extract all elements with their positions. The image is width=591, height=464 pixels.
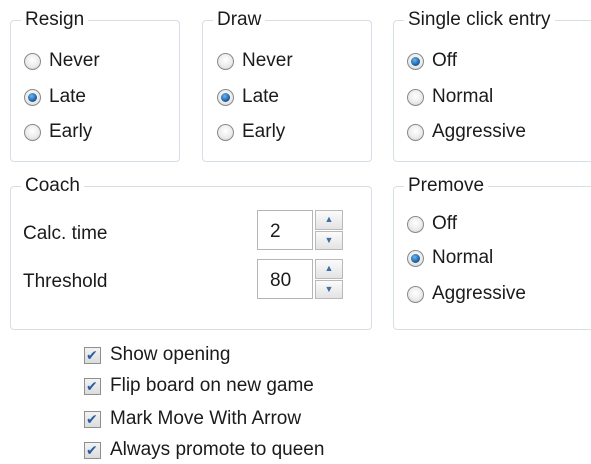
checkbox-label: Mark Move With Arrow <box>110 408 302 429</box>
radio-label: Never <box>242 50 293 71</box>
draw-early-radio[interactable]: Early <box>217 119 285 145</box>
premove-group: Premove Off Normal Aggressive <box>393 174 591 330</box>
checkmark-icon: ✔ <box>86 377 98 394</box>
radio-label: Normal <box>432 247 494 268</box>
draw-group: Draw Never Late Early <box>202 8 372 162</box>
single-click-off-radio[interactable]: Off <box>407 48 457 74</box>
single-click-normal-radio[interactable]: Normal <box>407 84 493 110</box>
resign-early-radio[interactable]: Early <box>24 119 92 145</box>
radio-button[interactable] <box>217 88 234 106</box>
radio-button[interactable] <box>407 123 424 141</box>
calc-time-up-button[interactable]: ▲ <box>315 210 343 230</box>
down-arrow-icon: ▼ <box>324 283 334 294</box>
premove-group-title: Premove <box>404 174 489 198</box>
flip-board-checkbox[interactable]: ✔ <box>84 377 101 395</box>
calc-time-spinner: ▲ ▼ <box>257 210 343 250</box>
checkmark-icon: ✔ <box>86 410 98 427</box>
radio-button[interactable] <box>217 52 234 70</box>
up-arrow-icon: ▲ <box>324 263 334 274</box>
radio-label: Early <box>242 121 286 142</box>
mark-move-arrow-checkbox-row[interactable]: ✔ Mark Move With Arrow <box>84 406 301 432</box>
threshold-spinner: ▲ ▼ <box>257 259 343 299</box>
draw-group-title: Draw <box>213 8 266 32</box>
always-promote-queen-checkbox-row[interactable]: ✔ Always promote to queen <box>84 437 324 463</box>
draw-late-radio[interactable]: Late <box>217 84 279 110</box>
radio-button[interactable] <box>24 123 41 141</box>
radio-button[interactable] <box>407 52 424 70</box>
single-click-entry-group-title: Single click entry <box>404 8 555 32</box>
up-arrow-icon: ▲ <box>324 214 334 225</box>
radio-label: Off <box>432 50 457 71</box>
premove-normal-radio[interactable]: Normal <box>407 245 493 271</box>
threshold-label: Threshold <box>23 271 108 292</box>
show-opening-checkbox[interactable]: ✔ <box>84 346 101 364</box>
radio-button[interactable] <box>217 123 234 141</box>
checkmark-icon: ✔ <box>86 441 98 458</box>
single-click-aggressive-radio[interactable]: Aggressive <box>407 119 526 145</box>
threshold-spin-buttons: ▲ ▼ <box>315 259 343 299</box>
coach-group-title: Coach <box>21 174 84 198</box>
radio-button[interactable] <box>407 215 424 233</box>
always-promote-queen-checkbox[interactable]: ✔ <box>84 441 101 459</box>
radio-label: Aggressive <box>432 121 526 142</box>
flip-board-checkbox-row[interactable]: ✔ Flip board on new game <box>84 373 314 399</box>
resign-group-title: Resign <box>21 8 89 32</box>
radio-button[interactable] <box>24 88 41 106</box>
threshold-down-button[interactable]: ▼ <box>315 279 343 299</box>
checkmark-icon: ✔ <box>86 346 98 363</box>
radio-label: Late <box>242 86 279 107</box>
checkbox-label: Show opening <box>110 344 231 365</box>
calc-time-down-button[interactable]: ▼ <box>315 230 343 250</box>
checkbox-label: Flip board on new game <box>110 375 314 396</box>
options-panel: Resign Never Late Early Draw Never Late … <box>0 0 591 464</box>
premove-aggressive-radio[interactable]: Aggressive <box>407 281 526 307</box>
checkbox-label: Always promote to queen <box>110 439 325 460</box>
radio-button[interactable] <box>407 88 424 106</box>
threshold-input[interactable] <box>257 259 313 299</box>
coach-group: Coach Calc. time ▲ ▼ Threshold ▲ ▼ <box>10 174 372 330</box>
show-opening-checkbox-row[interactable]: ✔ Show opening <box>84 342 230 368</box>
radio-button[interactable] <box>24 52 41 70</box>
premove-off-radio[interactable]: Off <box>407 211 457 237</box>
draw-never-radio[interactable]: Never <box>217 48 293 74</box>
radio-label: Aggressive <box>432 283 526 304</box>
threshold-up-button[interactable]: ▲ <box>315 259 343 279</box>
radio-label: Never <box>49 50 100 71</box>
resign-late-radio[interactable]: Late <box>24 84 86 110</box>
radio-label: Early <box>49 121 93 142</box>
down-arrow-icon: ▼ <box>324 234 334 245</box>
radio-label: Late <box>49 86 86 107</box>
radio-label: Normal <box>432 86 494 107</box>
mark-move-arrow-checkbox[interactable]: ✔ <box>84 410 101 428</box>
resign-never-radio[interactable]: Never <box>24 48 100 74</box>
calc-time-label: Calc. time <box>23 223 108 244</box>
resign-group: Resign Never Late Early <box>10 8 180 162</box>
radio-label: Off <box>432 213 457 234</box>
single-click-entry-group: Single click entry Off Normal Aggressive <box>393 8 591 162</box>
radio-button[interactable] <box>407 285 424 303</box>
radio-button[interactable] <box>407 249 424 267</box>
calc-time-spin-buttons: ▲ ▼ <box>315 210 343 250</box>
calc-time-input[interactable] <box>257 210 313 250</box>
